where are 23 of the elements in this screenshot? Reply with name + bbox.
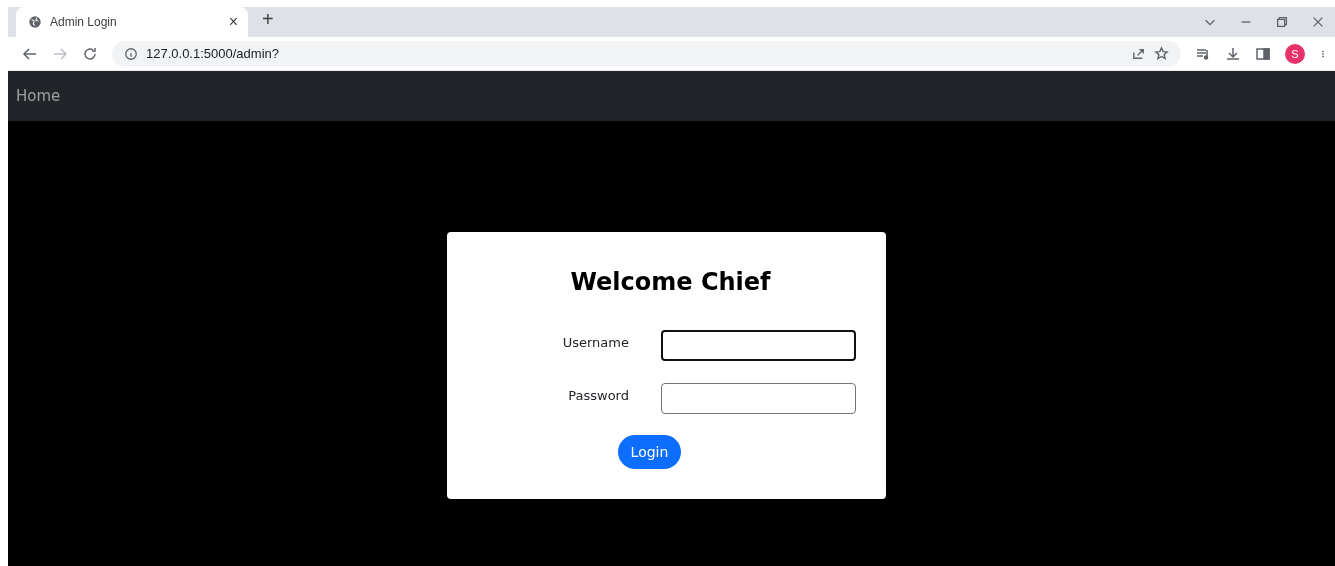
login-heading: Welcome Chief	[570, 268, 771, 296]
back-icon[interactable]	[22, 45, 38, 62]
field-label: Username	[561, 335, 629, 352]
nav-link[interactable]: Home	[16, 87, 61, 105]
tab-title: Admin Login	[50, 15, 118, 29]
star-icon[interactable]	[1154, 46, 1169, 61]
address-bar[interactable]: 127.0.0.1:5000/admin?	[112, 40, 1181, 67]
restore-icon[interactable]	[1275, 15, 1289, 29]
globe-icon[interactable]	[28, 15, 42, 29]
share-icon[interactable]	[1131, 46, 1146, 61]
field-label: Password	[567, 388, 629, 405]
input-field[interactable]	[661, 383, 856, 414]
tab-close-button[interactable]: ×	[228, 13, 238, 31]
profile-avatar[interactable]: S	[1285, 43, 1305, 64]
input-field[interactable]	[661, 330, 856, 361]
info-icon[interactable]	[124, 46, 138, 61]
new-tab-button[interactable]: +	[262, 8, 274, 31]
reload-icon[interactable]	[82, 45, 98, 62]
side-panel-icon[interactable]	[1255, 45, 1271, 62]
close-icon[interactable]	[1311, 15, 1325, 29]
download-icon[interactable]	[1225, 45, 1241, 62]
browser-tab[interactable]: Admin Login ×	[16, 7, 248, 37]
login-button[interactable]: Login	[617, 435, 682, 469]
